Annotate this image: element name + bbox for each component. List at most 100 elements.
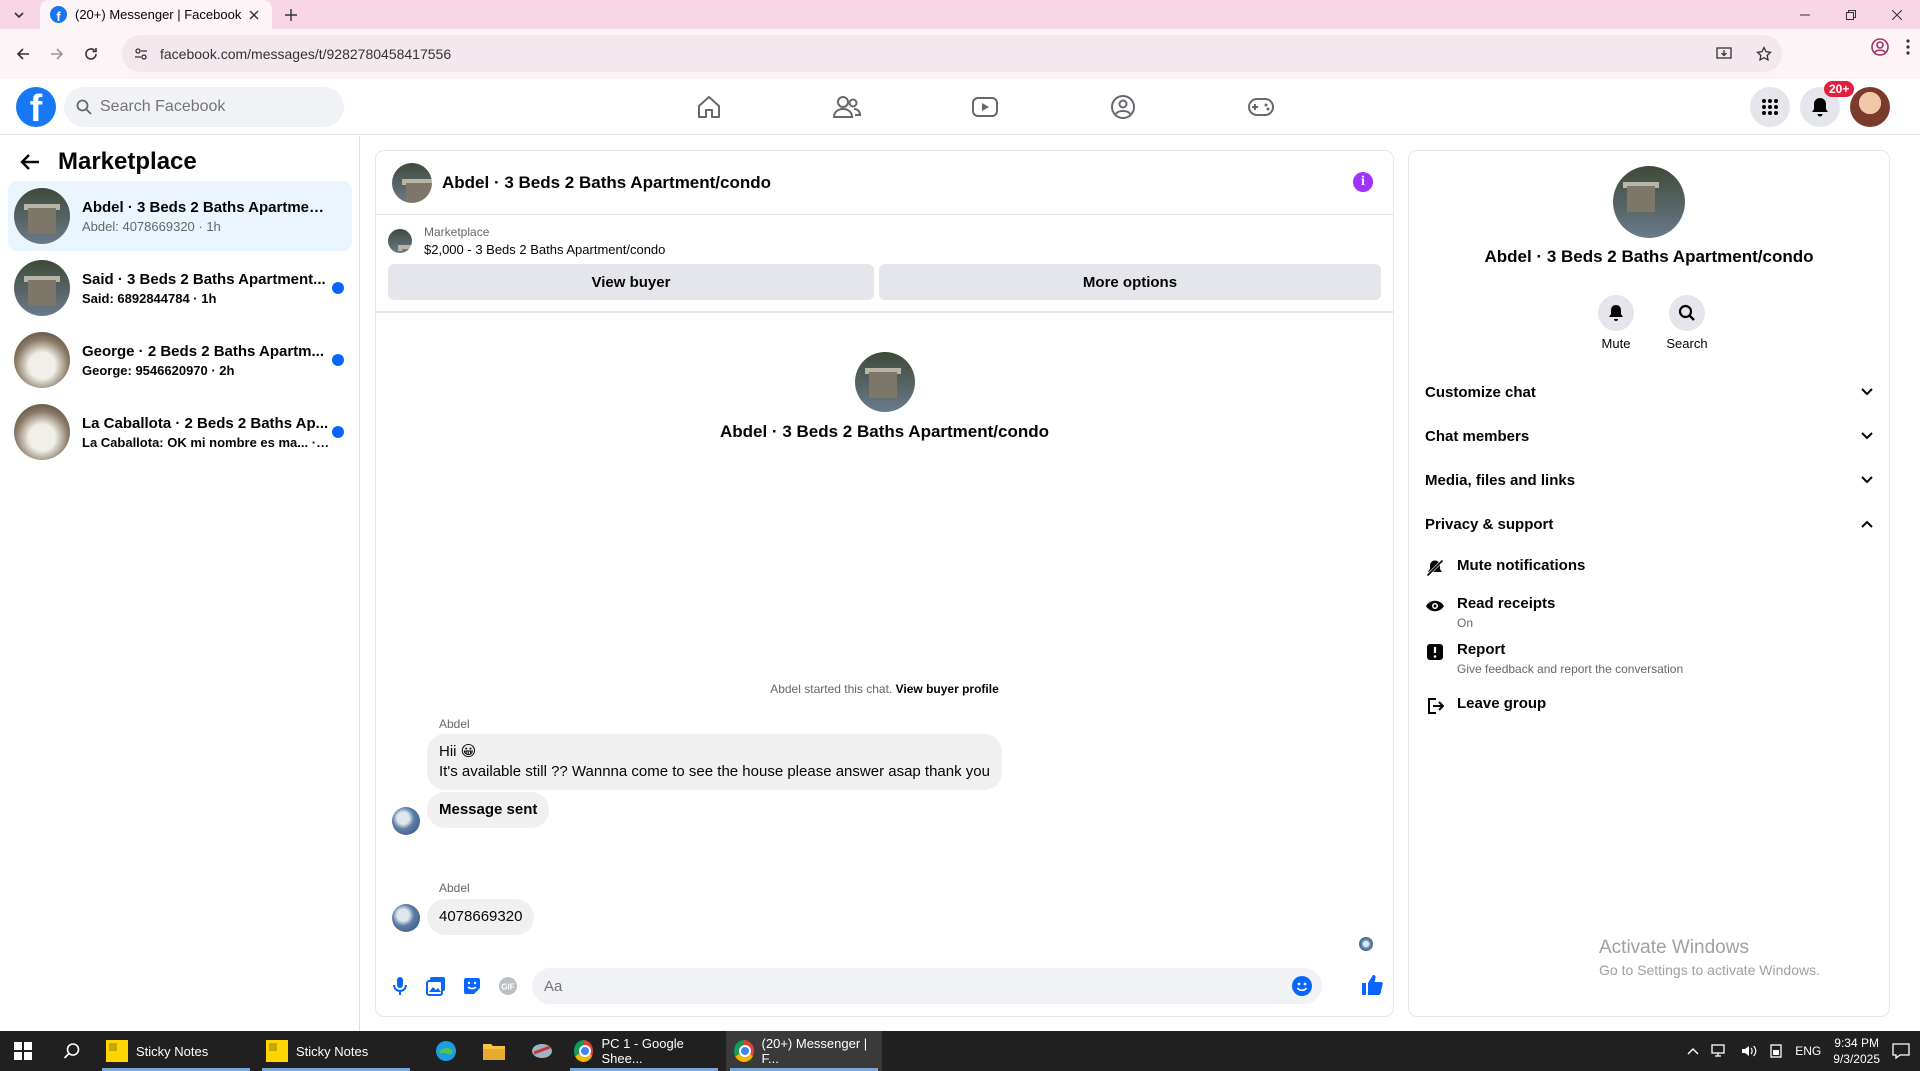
conversation-item[interactable]: Abdel · 3 Beds 2 Baths Apartment/... Abde… — [8, 181, 352, 251]
forward-arrow-icon[interactable] — [40, 37, 74, 71]
chevron-up-icon — [1861, 520, 1873, 528]
conversation-title: Said · 3 Beds 2 Baths Apartment... — [82, 270, 326, 288]
gif-icon[interactable]: GIF — [498, 976, 518, 996]
search-icon — [1678, 304, 1695, 321]
conversation-preview: Abdel: 4078669320 · 1h — [82, 218, 221, 234]
battery-icon[interactable] — [1769, 1044, 1783, 1058]
notification-center-icon[interactable] — [1892, 1043, 1910, 1059]
photo-icon[interactable] — [426, 976, 446, 996]
minimize-icon[interactable] — [1782, 0, 1828, 29]
language-indicator[interactable]: ENG — [1795, 1044, 1821, 1058]
close-tab-icon[interactable] — [246, 7, 262, 23]
groups-icon[interactable] — [1054, 79, 1192, 135]
microphone-icon[interactable] — [390, 976, 410, 996]
message-bubble[interactable]: Message sent — [427, 792, 550, 828]
back-arrow-icon[interactable] — [6, 37, 40, 71]
message-input[interactable] — [544, 977, 1244, 995]
new-tab-plus-icon[interactable] — [276, 0, 306, 29]
browser-tab[interactable]: f (20+) Messenger | Facebook — [40, 0, 272, 29]
conversation-title: La Caballota · 2 Beds 2 Baths Ap... — [82, 414, 329, 432]
reload-icon[interactable] — [74, 37, 108, 71]
chevron-down-icon — [1861, 432, 1873, 440]
taskbar-app-sticky-notes[interactable]: Sticky Notes — [258, 1031, 414, 1071]
option-label: Read receipts — [1457, 595, 1556, 612]
account-avatar[interactable] — [1850, 87, 1890, 127]
chrome-icon — [734, 1040, 754, 1062]
message-bubble[interactable]: 4078669320 — [427, 899, 535, 935]
view-buyer-profile-link[interactable]: View buyer profile — [896, 682, 999, 696]
taskbar-app-google-sheets[interactable]: PC 1 - Google Shee... — [566, 1031, 722, 1071]
browser-menu-icon[interactable] — [1906, 39, 1910, 55]
message-input-box[interactable] — [532, 968, 1322, 1004]
taskbar-search-icon[interactable] — [46, 1031, 98, 1071]
profile-icon[interactable] — [1870, 37, 1890, 57]
leave-group-option[interactable]: Leave group — [1425, 695, 1546, 716]
message-bubble[interactable]: Hii 😀 It's available still ?? Wannna com… — [427, 734, 1002, 790]
section-privacy-support[interactable]: Privacy & support — [1425, 502, 1873, 546]
report-option[interactable]: Report Give feedback and report the conve… — [1425, 641, 1683, 676]
address-bar[interactable]: facebook.com/messages/t/9282780458417556 — [122, 35, 1782, 72]
windows-start-icon[interactable] — [0, 1031, 46, 1071]
file-explorer-icon[interactable] — [470, 1031, 518, 1071]
mute-notifications-option[interactable]: Mute notifications — [1425, 557, 1585, 578]
taskbar-app-messenger[interactable]: (20+) Messenger | F... — [726, 1031, 882, 1071]
conversation-item[interactable]: La Caballota · 2 Beds 2 Baths Ap... La Ca… — [8, 397, 352, 467]
network-icon[interactable] — [1711, 1044, 1729, 1058]
read-receipts-option[interactable]: Read receipts On — [1425, 595, 1555, 630]
emoji-icon[interactable] — [1292, 976, 1312, 996]
conversation-item[interactable]: Said · 3 Beds 2 Baths Apartment... Said: … — [8, 253, 352, 323]
facebook-search-input[interactable] — [100, 98, 320, 116]
system-tray: ENG 9:34 PM 9/3/2025 — [1687, 1031, 1920, 1071]
restore-icon[interactable] — [1828, 0, 1874, 29]
back-arrow-icon[interactable] — [20, 153, 40, 171]
volume-icon[interactable] — [1741, 1044, 1757, 1058]
mute-action[interactable]: Mute — [1581, 295, 1651, 351]
chevron-down-icon — [1861, 476, 1873, 484]
thumbs-up-icon[interactable] — [1361, 974, 1383, 996]
chat-header: Abdel · 3 Beds 2 Baths Apartment/condo i — [376, 151, 1393, 215]
listing-thumbnail — [14, 404, 70, 460]
listing-title: $2,000 - 3 Beds 2 Baths Apartment/condo — [424, 242, 666, 257]
taskbar-app-label: (20+) Messenger | F... — [761, 1036, 868, 1066]
section-customize-chat[interactable]: Customize chat — [1425, 370, 1873, 414]
search-action[interactable]: Search — [1652, 295, 1722, 351]
taskbar-app-label: PC 1 - Google Shee... — [601, 1036, 684, 1066]
site-info-icon[interactable] — [134, 47, 148, 61]
sticker-icon[interactable] — [462, 976, 482, 996]
info-name: Abdel · 3 Beds 2 Baths Apartment/condo — [1484, 247, 1814, 266]
tab-search-chevron-icon[interactable] — [0, 0, 38, 29]
install-app-icon[interactable] — [1716, 46, 1732, 61]
conversation-preview: La Caballota: OK mi nombre es ma... · 2h — [82, 434, 332, 450]
video-icon[interactable] — [916, 79, 1054, 135]
notifications-bell-icon[interactable]: 20+ — [1800, 81, 1855, 127]
view-buyer-button[interactable]: View buyer — [388, 264, 874, 300]
conversation-item[interactable]: George · 2 Beds 2 Baths Apartm... George:… — [8, 325, 352, 395]
message-text: It's available still ?? Wannna come to s… — [439, 763, 990, 780]
chat-avatar[interactable] — [392, 162, 432, 203]
section-chat-members[interactable]: Chat members — [1425, 414, 1873, 458]
chat-intro-avatar — [855, 352, 915, 412]
option-description: Give feedback and report the conversatio… — [1457, 662, 1684, 676]
info-icon[interactable]: i — [1353, 172, 1373, 192]
taskbar-app-sticky-notes[interactable]: Sticky Notes — [98, 1031, 254, 1071]
search-icon — [76, 99, 92, 115]
clock[interactable]: 9:34 PM 9/3/2025 — [1833, 1035, 1880, 1067]
facebook-logo-icon[interactable]: f — [16, 87, 56, 127]
facebook-search[interactable] — [64, 87, 344, 127]
home-icon[interactable] — [640, 79, 778, 135]
edge-browser-icon[interactable] — [422, 1031, 470, 1071]
listing-summary[interactable]: Marketplace $2,000 - 3 Beds 2 Baths Apart… — [388, 225, 665, 257]
section-media-files-links[interactable]: Media, files and links — [1425, 458, 1873, 502]
more-options-button[interactable]: More options — [879, 264, 1381, 300]
close-window-icon[interactable] — [1874, 0, 1920, 29]
chat-title[interactable]: Abdel · 3 Beds 2 Baths Apartment/condo — [442, 173, 771, 193]
taskbar-app-label: Sticky Notes — [296, 1043, 369, 1059]
app-icon[interactable] — [518, 1031, 566, 1071]
gaming-icon[interactable] — [1192, 79, 1330, 135]
bookmark-star-icon[interactable] — [1756, 45, 1772, 62]
menu-grid-icon[interactable] — [1750, 87, 1790, 127]
friends-icon[interactable] — [778, 79, 916, 135]
tray-chevron-up-icon[interactable] — [1687, 1047, 1699, 1055]
section-label: Customize chat — [1425, 383, 1536, 401]
listing-thumbnail — [14, 260, 70, 316]
